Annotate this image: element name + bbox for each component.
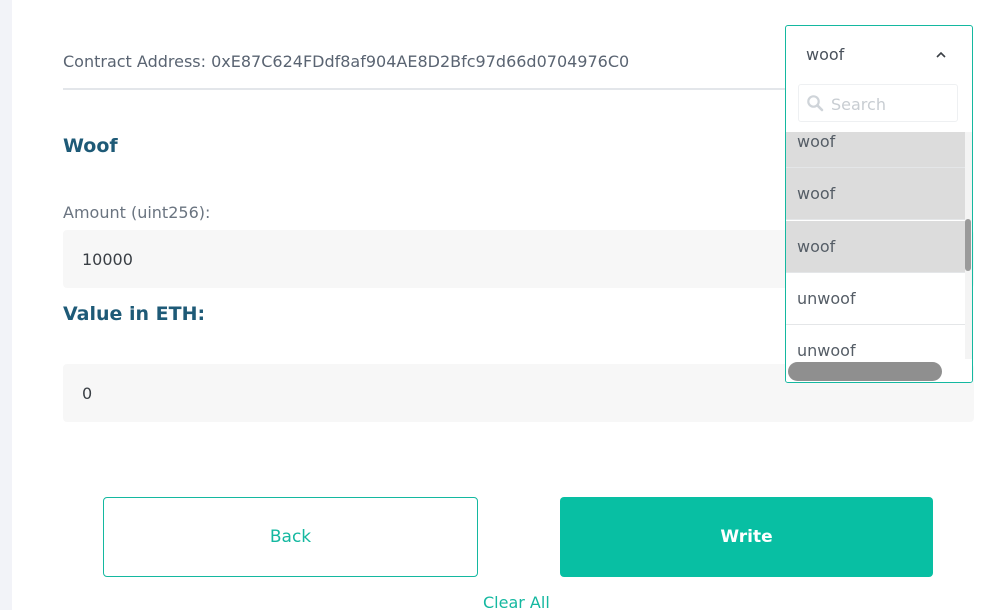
left-sidebar-edge [0,0,12,610]
amount-label: Amount (uint256): [63,203,211,222]
dropdown-option[interactable]: woof [786,168,965,220]
dropdown-option[interactable]: woof [786,132,965,168]
dropdown-search-input[interactable] [829,89,953,119]
dropdown-option[interactable]: woof [786,221,965,273]
search-icon [807,95,824,112]
dropdown-search[interactable] [798,84,958,122]
chevron-up-icon[interactable] [935,50,947,60]
horizontal-scrollbar-thumb[interactable] [788,362,942,381]
write-button[interactable]: Write [560,497,933,577]
dropdown-options-list[interactable]: woof woof woof unwoof unwoof [786,132,965,359]
back-button[interactable]: Back [103,497,478,577]
dropdown-option[interactable]: unwoof [786,325,965,359]
vertical-scrollbar-thumb[interactable] [965,219,971,271]
clear-all-link[interactable]: Clear All [483,593,550,610]
divider [63,88,785,90]
value-in-eth-label: Value in ETH: [63,303,206,325]
contract-address: Contract Address: 0xE87C624FDdf8af904AE8… [63,52,630,71]
page: Contract Address: 0xE87C624FDdf8af904AE8… [0,0,996,610]
dropdown-option[interactable]: unwoof [786,273,965,325]
function-select-dropdown[interactable]: woof woof woof woof unwoof unwoof [785,25,973,383]
function-title: Woof [63,135,118,157]
dropdown-selected-value[interactable]: woof [806,45,844,64]
